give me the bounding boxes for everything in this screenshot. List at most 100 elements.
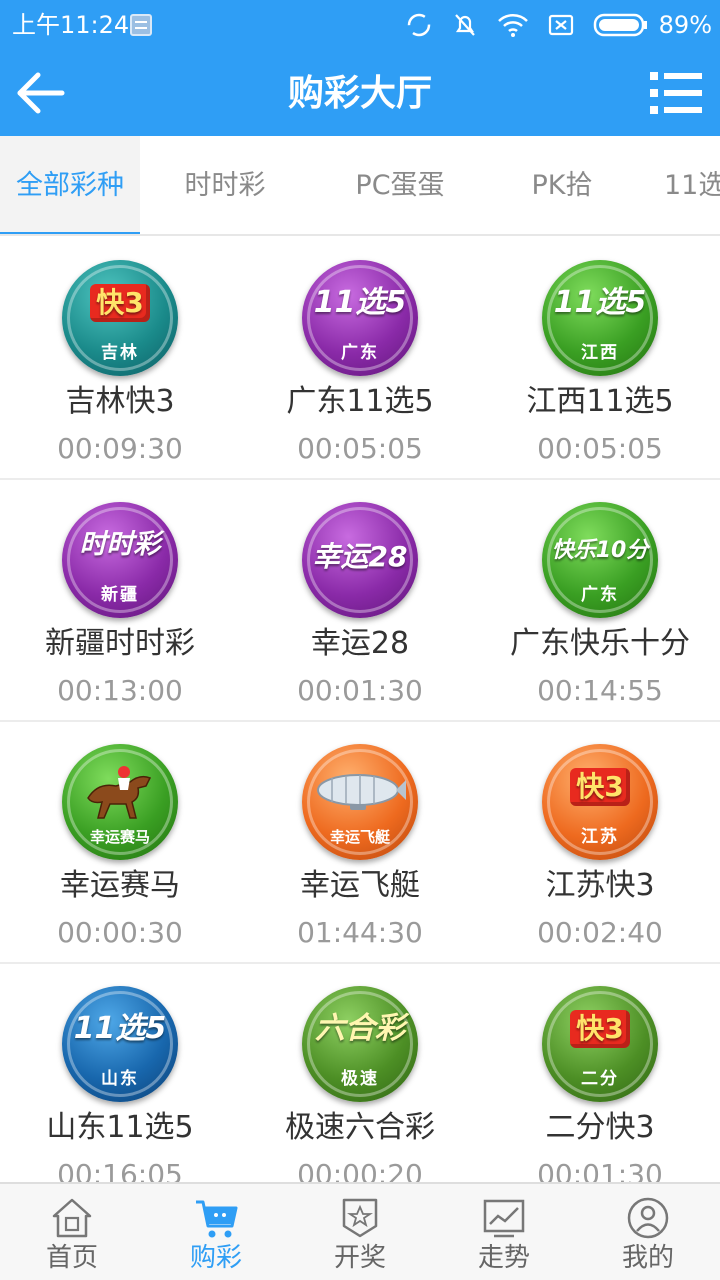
top-app-bar: 购彩大厅 <box>0 50 720 136</box>
lottery-logo: 11选5 江西 <box>542 260 658 376</box>
lottery-name: 幸运飞艇 <box>300 868 420 903</box>
lottery-name: 幸运28 <box>310 626 410 661</box>
lottery-grid: 快3 吉林 吉林快3 00:09:30 11选5 广东 广东11选5 00:05… <box>0 238 720 1182</box>
dice-cube-icon: 快3 <box>62 284 178 322</box>
lottery-item-jilin-k3[interactable]: 快3 吉林 吉林快3 00:09:30 <box>0 238 240 478</box>
lottery-logo: 11选5 山东 <box>62 986 178 1102</box>
lottery-name: 广东快乐十分 <box>510 626 690 661</box>
countdown-timer: 00:16:05 <box>57 1158 183 1182</box>
swirl-5-icon: 11选5 <box>313 285 407 320</box>
lottery-logo: 快3 江苏 <box>542 744 658 860</box>
message-icon <box>130 14 152 36</box>
countdown-timer: 01:44:30 <box>297 916 423 949</box>
lottery-item-jiangsu-k3[interactable]: 快3 江苏 江苏快3 00:02:40 <box>480 722 720 962</box>
lottery-item-xinjiang-ssc[interactable]: 时时彩 新疆 新疆时时彩 00:13:00 <box>0 480 240 720</box>
racehorse-icon <box>87 766 152 819</box>
nav-buy-lottery[interactable]: 购彩 <box>144 1184 288 1280</box>
lottery-item-guangdong-happy10[interactable]: 快乐10分 广东 广东快乐十分 00:14:55 <box>480 480 720 720</box>
lottery-logo: 幸运28 <box>302 502 418 618</box>
lottery-name: 二分快3 <box>545 1110 655 1145</box>
nav-label: 购彩 <box>189 1243 242 1273</box>
lottery-logo: 时时彩 新疆 <box>62 502 178 618</box>
lottery-name: 山东11选5 <box>46 1110 194 1145</box>
countdown-timer: 00:05:05 <box>537 432 663 465</box>
sync-icon <box>407 13 430 37</box>
countdown-timer: 00:02:40 <box>537 916 663 949</box>
lottery-item-guangdong-11x5[interactable]: 11选5 广东 广东11选5 00:05:05 <box>240 238 480 478</box>
lottery-logo: 六合彩 极速 <box>302 986 418 1102</box>
lottery-name: 广东11选5 <box>286 384 434 419</box>
lottery-logo: 幸运飞艇 <box>302 744 418 860</box>
countdown-timer: 00:01:30 <box>537 1158 663 1182</box>
mark-six-icon: 六合彩 <box>315 1011 405 1046</box>
no-sim-icon <box>548 14 573 36</box>
tab-11x5[interactable]: 11选 <box>664 136 720 234</box>
lottery-item-speed-mark-six[interactable]: 六合彩 极速 极速六合彩 00:00:20 <box>240 964 480 1182</box>
battery-percent: 89% <box>658 11 712 39</box>
lottery-item-shandong-11x5[interactable]: 11选5 山东 山东11选5 00:16:05 <box>0 964 240 1182</box>
lottery-logo: 快乐10分 广东 <box>542 502 658 618</box>
nav-label: 开奖 <box>333 1243 386 1273</box>
cart-icon <box>196 1200 238 1238</box>
swirl-5-icon: 11选5 <box>553 285 647 320</box>
lottery-item-lucky-airship[interactable]: 幸运飞艇 幸运飞艇 01:44:30 <box>240 722 480 962</box>
airship-icon <box>317 774 406 810</box>
countdown-timer: 00:01:30 <box>297 674 423 707</box>
dice-cube-icon: 快3 <box>542 768 658 806</box>
countdown-timer: 00:13:00 <box>57 674 183 707</box>
tab-all[interactable]: 全部彩种 <box>0 136 140 234</box>
lottery-name: 极速六合彩 <box>285 1110 435 1145</box>
user-icon <box>627 1197 669 1239</box>
nav-label: 首页 <box>45 1243 98 1273</box>
countdown-timer: 00:09:30 <box>57 432 183 465</box>
nav-label: 走势 <box>477 1243 530 1273</box>
lottery-logo: 快3 吉林 <box>62 260 178 376</box>
lottery-name: 幸运赛马 <box>60 868 180 903</box>
nav-home[interactable]: 首页 <box>0 1184 144 1280</box>
grid-row: 11选5 山东 山东11选5 00:16:05 六合彩 极速 极速六合彩 00:… <box>0 964 720 1182</box>
grid-row: 时时彩 新疆 新疆时时彩 00:13:00 幸运28 幸运28 00:01:30… <box>0 480 720 722</box>
page-title: 购彩大厅 <box>287 73 432 114</box>
nav-draw-results[interactable]: 开奖 <box>288 1184 432 1280</box>
lottery-item-lucky-28[interactable]: 幸运28 幸运28 00:01:30 <box>240 480 480 720</box>
mute-bell-icon <box>454 14 475 36</box>
ssc-logo-icon: 时时彩 <box>79 529 161 560</box>
grid-row: 快3 吉林 吉林快3 00:09:30 11选5 广东 广东11选5 00:05… <box>0 238 720 480</box>
tab-ssc[interactable]: 时时彩 <box>150 136 300 234</box>
lucky-28-icon: 幸运28 <box>312 540 408 573</box>
wifi-icon <box>497 14 528 37</box>
bottom-navigation: 首页 购彩 开奖 走势 我的 <box>0 1182 720 1280</box>
lottery-name: 江苏快3 <box>545 868 655 903</box>
tab-pk10[interactable]: PK拾 <box>500 136 624 234</box>
dice-cube-icon: 快3 <box>542 1010 658 1048</box>
countdown-timer: 00:05:05 <box>297 432 423 465</box>
award-icon <box>342 1198 378 1238</box>
nav-label: 我的 <box>621 1243 674 1273</box>
trend-chart-icon <box>483 1199 525 1238</box>
grid-row: 幸运赛马 幸运赛马 00:00:30 幸运飞艇 幸运飞艇 01:44:30 快3… <box>0 722 720 964</box>
status-time: 上午11:24 <box>12 11 130 39</box>
home-icon <box>52 1198 92 1238</box>
countdown-timer: 00:00:30 <box>57 916 183 949</box>
swirl-5-icon: 11选5 <box>73 1011 167 1046</box>
lottery-item-jiangxi-11x5[interactable]: 11选5 江西 江西11选5 00:05:05 <box>480 238 720 478</box>
lottery-item-2min-k3[interactable]: 快3 二分 二分快3 00:01:30 <box>480 964 720 1182</box>
status-bar: 上午11:24 89% <box>0 0 720 50</box>
countdown-timer: 00:14:55 <box>537 674 663 707</box>
lottery-name: 吉林快3 <box>65 384 175 419</box>
lottery-category-tabs: 全部彩种 时时彩 PC蛋蛋 PK拾 11选 <box>0 136 720 236</box>
lottery-item-lucky-horse[interactable]: 幸运赛马 幸运赛马 00:00:30 <box>0 722 240 962</box>
nav-mine[interactable]: 我的 <box>576 1184 720 1280</box>
battery-icon <box>593 13 647 37</box>
happy-10-icon: 快乐10分 <box>551 538 649 563</box>
lottery-name: 江西11选5 <box>526 384 674 419</box>
countdown-timer: 00:00:20 <box>297 1158 423 1182</box>
lottery-logo: 幸运赛马 <box>62 744 178 860</box>
status-icons: 89% <box>405 8 712 42</box>
tab-pc-egg[interactable]: PC蛋蛋 <box>320 136 480 234</box>
lottery-logo: 快3 二分 <box>542 986 658 1102</box>
lottery-logo: 11选5 广东 <box>302 260 418 376</box>
list-menu-icon[interactable] <box>648 68 704 118</box>
lottery-name: 新疆时时彩 <box>45 626 195 661</box>
nav-trend[interactable]: 走势 <box>432 1184 576 1280</box>
